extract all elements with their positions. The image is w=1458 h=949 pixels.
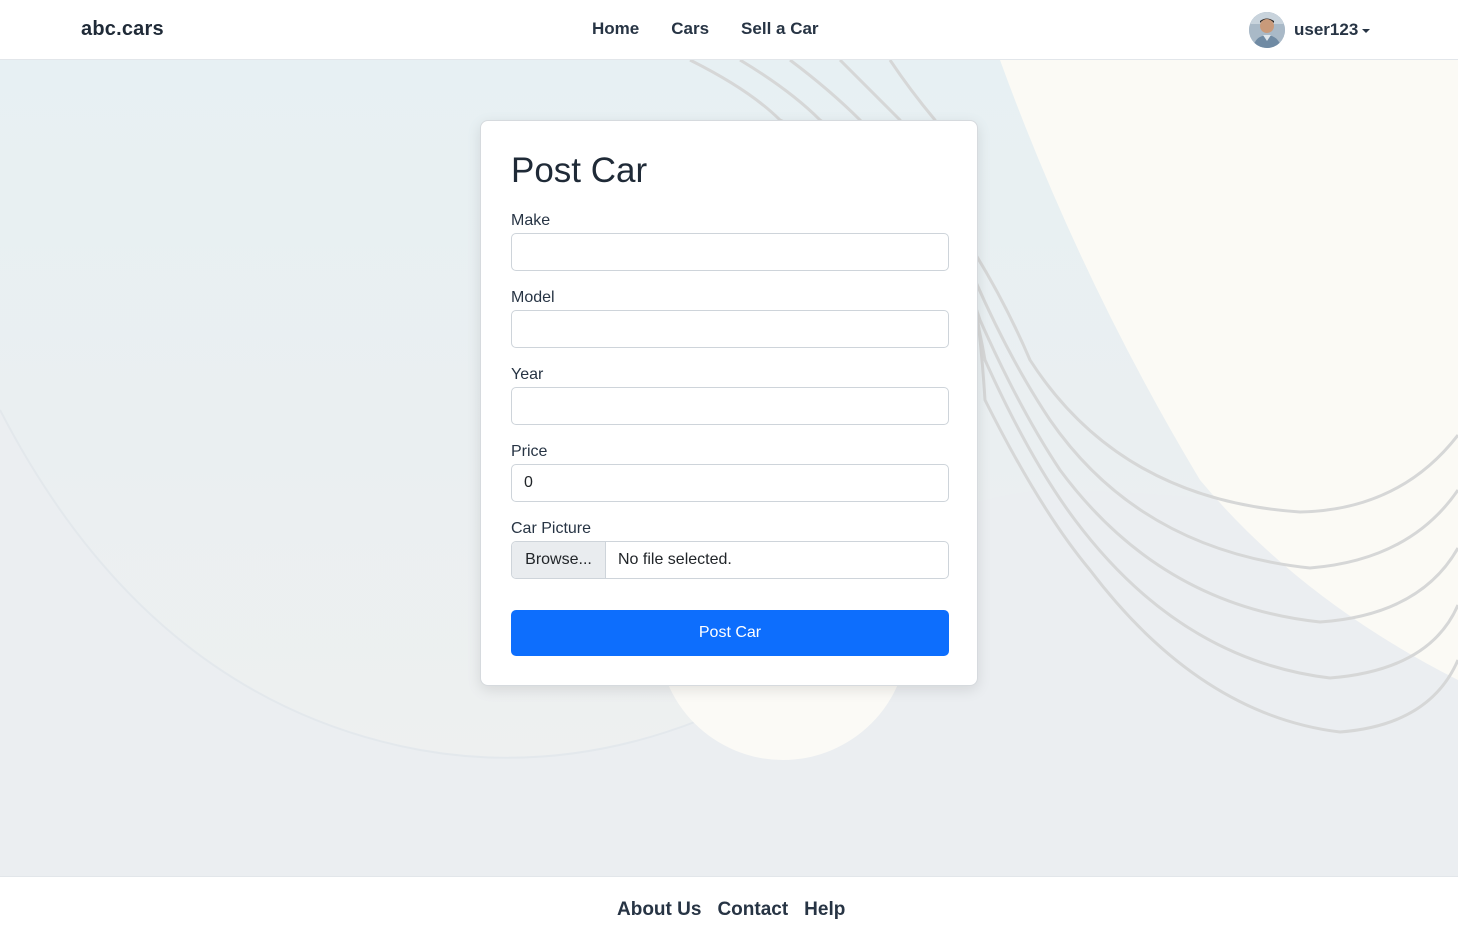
browse-button[interactable]: Browse... — [512, 542, 606, 578]
post-car-button[interactable]: Post Car — [511, 610, 949, 656]
page-title: Post Car — [511, 151, 648, 190]
footer-links: About Us Contact Help — [617, 899, 845, 921]
user-menu-dropdown[interactable]: user123 — [1249, 12, 1371, 48]
model-input[interactable] — [511, 310, 949, 348]
make-label: Make — [511, 212, 551, 229]
price-label: Price — [511, 443, 548, 460]
brand-logo[interactable]: abc.cars — [81, 18, 164, 41]
make-input[interactable] — [511, 233, 949, 271]
footer-link-help[interactable]: Help — [804, 899, 845, 921]
avatar — [1249, 12, 1285, 48]
caret-down-icon — [1362, 29, 1371, 33]
footer-link-contact[interactable]: Contact — [717, 899, 788, 921]
nav-link-home[interactable]: Home — [592, 19, 639, 39]
car-picture-label: Car Picture — [511, 520, 592, 537]
post-car-card: Post Car Make Model Year Price Car Pictu… — [480, 120, 978, 686]
year-label: Year — [511, 366, 544, 383]
navbar: abc.cars Home Cars Sell a Car user123 — [0, 0, 1458, 60]
footer: About Us Contact Help — [0, 876, 1458, 949]
footer-link-about-us[interactable]: About Us — [617, 899, 701, 921]
year-input[interactable] — [511, 387, 949, 425]
nav-link-cars[interactable]: Cars — [671, 19, 709, 39]
model-label: Model — [511, 289, 555, 306]
file-status-text: No file selected. — [618, 551, 732, 568]
car-picture-file-input[interactable]: Browse... No file selected. — [511, 541, 949, 579]
username: user123 — [1294, 20, 1359, 39]
price-input[interactable] — [511, 464, 949, 502]
nav-link-sell-a-car[interactable]: Sell a Car — [741, 19, 819, 39]
nav-links: Home Cars Sell a Car — [592, 19, 819, 39]
